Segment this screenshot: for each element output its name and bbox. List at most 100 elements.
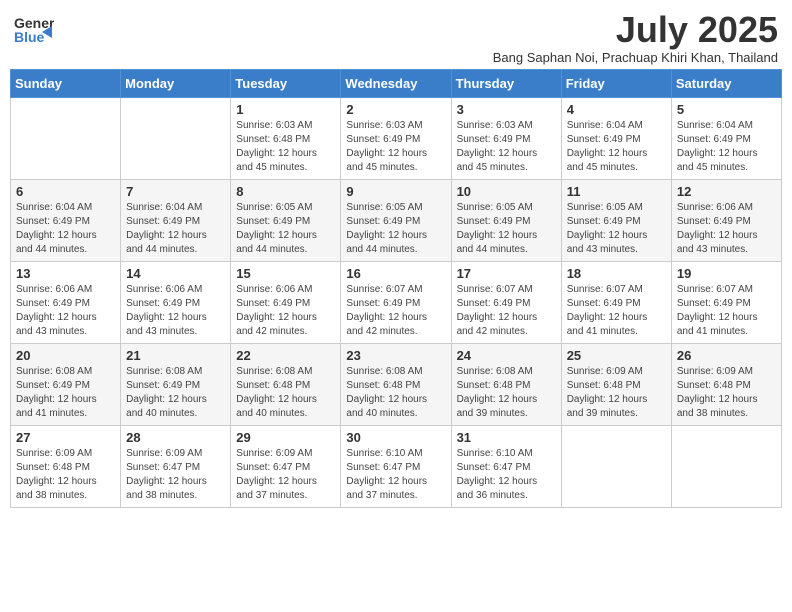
sunset-text: Sunset: 6:49 PM (677, 215, 776, 229)
sunset-text: Sunset: 6:49 PM (126, 215, 225, 229)
day-info: Sunrise: 6:05 AMSunset: 6:49 PMDaylight:… (236, 201, 335, 257)
sunrise-text: Sunrise: 6:07 AM (677, 283, 776, 297)
day-info: Sunrise: 6:07 AMSunset: 6:49 PMDaylight:… (567, 283, 666, 339)
sunset-text: Sunset: 6:47 PM (126, 461, 225, 475)
day-info: Sunrise: 6:05 AMSunset: 6:49 PMDaylight:… (567, 201, 666, 257)
day-info: Sunrise: 6:10 AMSunset: 6:47 PMDaylight:… (346, 447, 445, 503)
daylight-text: Daylight: 12 hours and 36 minutes. (457, 475, 556, 503)
sunrise-text: Sunrise: 6:09 AM (567, 365, 666, 379)
sunrise-text: Sunrise: 6:09 AM (236, 447, 335, 461)
day-info: Sunrise: 6:05 AMSunset: 6:49 PMDaylight:… (457, 201, 556, 257)
sunset-text: Sunset: 6:48 PM (567, 379, 666, 393)
day-number: 31 (457, 430, 556, 445)
day-info: Sunrise: 6:03 AMSunset: 6:49 PMDaylight:… (346, 119, 445, 175)
calendar-table: Sunday Monday Tuesday Wednesday Thursday… (10, 69, 782, 508)
col-saturday: Saturday (671, 69, 781, 97)
sunrise-text: Sunrise: 6:08 AM (236, 365, 335, 379)
col-thursday: Thursday (451, 69, 561, 97)
sunrise-text: Sunrise: 6:03 AM (236, 119, 335, 133)
day-number: 14 (126, 266, 225, 281)
cell-0-4: 3Sunrise: 6:03 AMSunset: 6:49 PMDaylight… (451, 97, 561, 179)
day-number: 28 (126, 430, 225, 445)
sunset-text: Sunset: 6:49 PM (567, 215, 666, 229)
daylight-text: Daylight: 12 hours and 37 minutes. (236, 475, 335, 503)
cell-1-4: 10Sunrise: 6:05 AMSunset: 6:49 PMDayligh… (451, 179, 561, 261)
sunset-text: Sunset: 6:49 PM (457, 215, 556, 229)
week-row-3: 13 Sunrise: 6:06 AMSunset: 6:49 PMDayligh… (11, 261, 782, 343)
daylight-text: Daylight: 12 hours and 37 minutes. (346, 475, 445, 503)
day-info: Sunrise: 6:08 AMSunset: 6:48 PMDaylight:… (236, 365, 335, 421)
sunset-text: Sunset: 6:49 PM (236, 215, 335, 229)
day-number: 27 (16, 430, 115, 445)
day-info: Sunrise: 6:10 AMSunset: 6:47 PMDaylight:… (457, 447, 556, 503)
day-info: Sunrise: 6:09 AMSunset: 6:48 PMDaylight:… (16, 447, 115, 503)
daylight-text: Daylight: 12 hours and 41 minutes. (16, 393, 115, 421)
daylight-text: Daylight: 12 hours and 44 minutes. (16, 229, 115, 257)
day-info: Sunrise: 6:07 AMSunset: 6:49 PMDaylight:… (677, 283, 776, 339)
day-info: Sunrise: 6:08 AMSunset: 6:49 PMDaylight:… (16, 365, 115, 421)
sunrise-text: Sunrise: 6:07 AM (567, 283, 666, 297)
sunset-text: Sunset: 6:49 PM (346, 297, 445, 311)
daylight-text: Daylight: 12 hours and 38 minutes. (677, 393, 776, 421)
sunset-text: Sunset: 6:49 PM (16, 297, 115, 311)
logo: General Blue (14, 10, 54, 55)
daylight-text: Daylight: 12 hours and 43 minutes. (16, 311, 115, 339)
sunset-text: Sunset: 6:48 PM (236, 133, 335, 147)
cell-0-0 (11, 97, 121, 179)
day-number: 5 (677, 102, 776, 117)
sunrise-text: Sunrise: 6:04 AM (677, 119, 776, 133)
sunrise-text: Sunrise: 6:10 AM (457, 447, 556, 461)
week-row-5: 27 Sunrise: 6:09 AMSunset: 6:48 PMDayligh… (11, 425, 782, 507)
day-info: Sunrise: 6:04 AMSunset: 6:49 PMDaylight:… (567, 119, 666, 175)
sunset-text: Sunset: 6:47 PM (346, 461, 445, 475)
cell-1-0: 6Sunrise: 6:04 AMSunset: 6:49 PMDaylight… (11, 179, 121, 261)
daylight-text: Daylight: 12 hours and 42 minutes. (346, 311, 445, 339)
sunset-text: Sunset: 6:49 PM (677, 297, 776, 311)
sunset-text: Sunset: 6:49 PM (567, 297, 666, 311)
sunset-text: Sunset: 6:49 PM (677, 133, 776, 147)
cell-3-1: 21Sunrise: 6:08 AMSunset: 6:49 PMDayligh… (121, 343, 231, 425)
day-number: 12 (677, 184, 776, 199)
day-number: 11 (567, 184, 666, 199)
day-number: 7 (126, 184, 225, 199)
daylight-text: Daylight: 12 hours and 42 minutes. (236, 311, 335, 339)
sunset-text: Sunset: 6:47 PM (236, 461, 335, 475)
daylight-text: Daylight: 12 hours and 38 minutes. (16, 475, 115, 503)
day-number: 4 (567, 102, 666, 117)
day-number: 25 (567, 348, 666, 363)
daylight-text: Daylight: 12 hours and 40 minutes. (346, 393, 445, 421)
cell-3-6: 26Sunrise: 6:09 AMSunset: 6:48 PMDayligh… (671, 343, 781, 425)
daylight-text: Daylight: 12 hours and 43 minutes. (567, 229, 666, 257)
sunset-text: Sunset: 6:49 PM (126, 297, 225, 311)
cell-3-4: 24Sunrise: 6:08 AMSunset: 6:48 PMDayligh… (451, 343, 561, 425)
sunrise-text: Sunrise: 6:09 AM (16, 447, 115, 461)
day-number: 15 (236, 266, 335, 281)
sunrise-text: Sunrise: 6:03 AM (346, 119, 445, 133)
logo-image: General Blue (14, 10, 54, 55)
day-info: Sunrise: 6:09 AMSunset: 6:47 PMDaylight:… (236, 447, 335, 503)
col-wednesday: Wednesday (341, 69, 451, 97)
day-info: Sunrise: 6:05 AMSunset: 6:49 PMDaylight:… (346, 201, 445, 257)
day-number: 19 (677, 266, 776, 281)
cell-4-3: 30Sunrise: 6:10 AMSunset: 6:47 PMDayligh… (341, 425, 451, 507)
day-number: 13 (16, 266, 115, 281)
sunrise-text: Sunrise: 6:07 AM (457, 283, 556, 297)
week-row-2: 6Sunrise: 6:04 AMSunset: 6:49 PMDaylight… (11, 179, 782, 261)
sunrise-text: Sunrise: 6:05 AM (567, 201, 666, 215)
day-info: Sunrise: 6:04 AMSunset: 6:49 PMDaylight:… (16, 201, 115, 257)
day-info: Sunrise: 6:06 AMSunset: 6:49 PMDaylight:… (16, 283, 115, 339)
day-info: Sunrise: 6:07 AMSunset: 6:49 PMDaylight:… (457, 283, 556, 339)
cell-4-0: 27 Sunrise: 6:09 AMSunset: 6:48 PMDayligh… (11, 425, 121, 507)
day-number: 21 (126, 348, 225, 363)
week-row-1: 1Sunrise: 6:03 AMSunset: 6:48 PMDaylight… (11, 97, 782, 179)
daylight-text: Daylight: 12 hours and 45 minutes. (567, 147, 666, 175)
cell-3-2: 22Sunrise: 6:08 AMSunset: 6:48 PMDayligh… (231, 343, 341, 425)
cell-3-5: 25Sunrise: 6:09 AMSunset: 6:48 PMDayligh… (561, 343, 671, 425)
day-info: Sunrise: 6:04 AMSunset: 6:49 PMDaylight:… (677, 119, 776, 175)
sunrise-text: Sunrise: 6:04 AM (126, 201, 225, 215)
cell-2-1: 14Sunrise: 6:06 AMSunset: 6:49 PMDayligh… (121, 261, 231, 343)
day-info: Sunrise: 6:08 AMSunset: 6:48 PMDaylight:… (457, 365, 556, 421)
daylight-text: Daylight: 12 hours and 44 minutes. (457, 229, 556, 257)
sunrise-text: Sunrise: 6:08 AM (457, 365, 556, 379)
cell-1-6: 12Sunrise: 6:06 AMSunset: 6:49 PMDayligh… (671, 179, 781, 261)
